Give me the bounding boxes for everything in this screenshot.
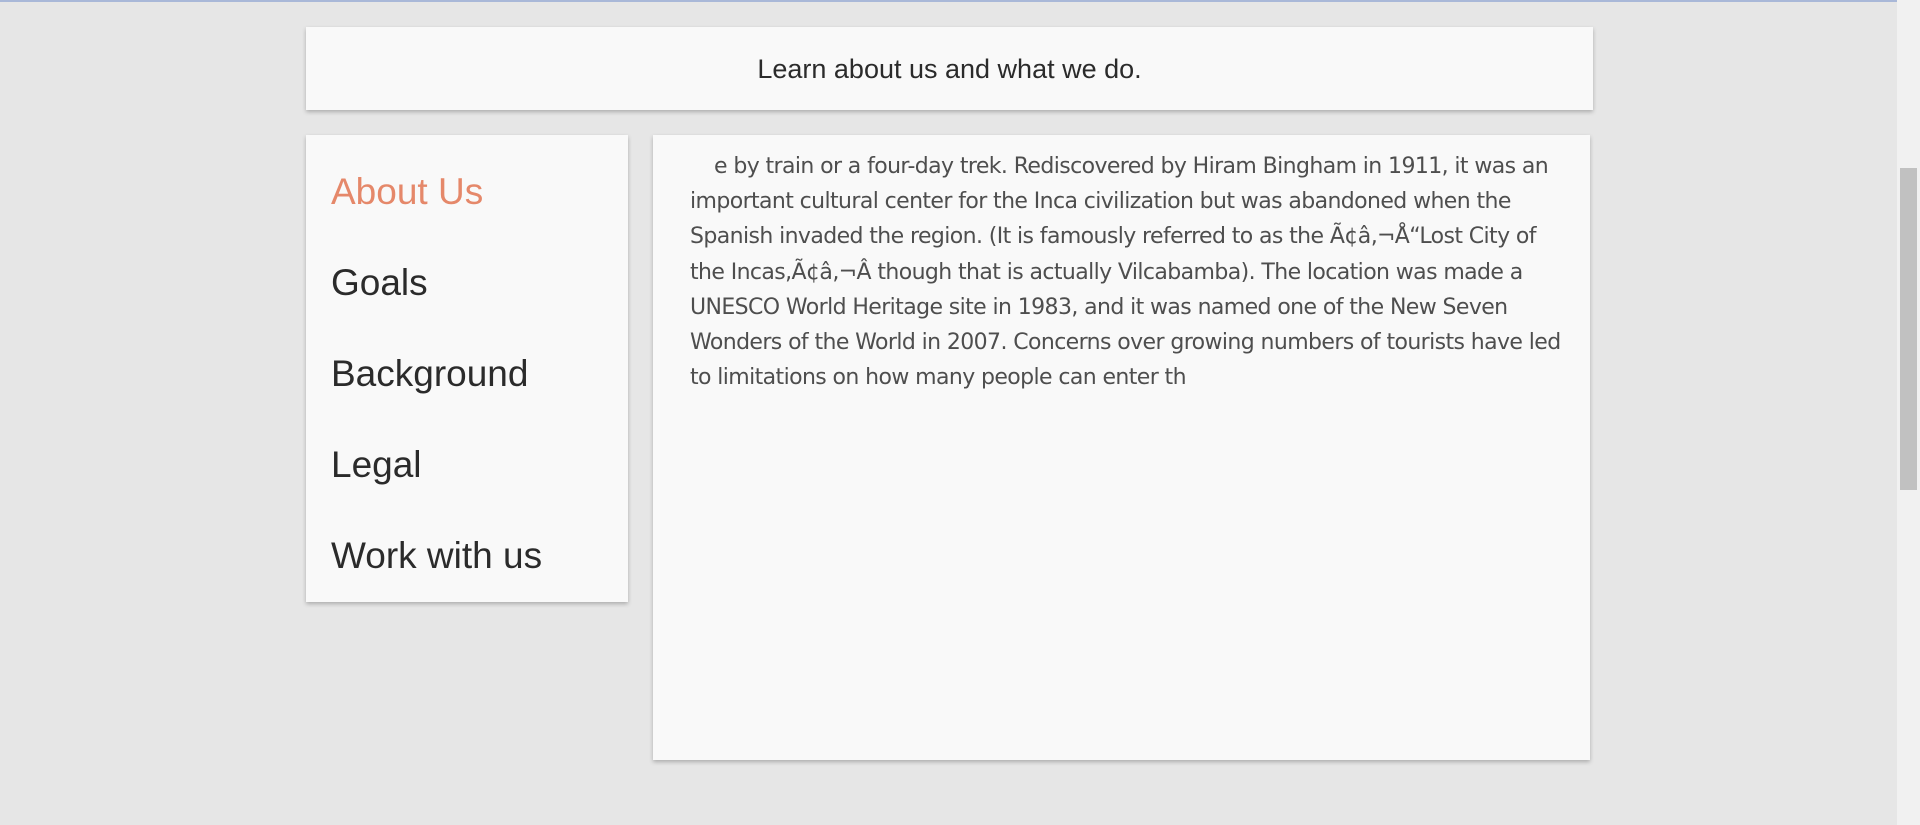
page-header: Learn about us and what we do. [306,27,1593,110]
content-text: e by train or a four-day trek. Rediscove… [690,154,1561,391]
scrollbar-thumb[interactable] [1900,168,1917,490]
page-title: Learn about us and what we do. [757,54,1142,84]
sidebar-item-goals[interactable]: Goals [306,256,628,347]
content-panel: e by train or a four-day trek. Rediscove… [653,135,1590,760]
sidebar-item-about-us[interactable]: About Us [306,165,628,256]
sidebar-item-work-with-us[interactable]: Work with us [306,529,628,620]
sidebar-item-legal[interactable]: Legal [306,438,628,529]
sidebar-item-background[interactable]: Background [306,347,628,438]
top-border-line [0,0,1920,2]
page-scrollbar[interactable] [1897,0,1920,825]
sidebar-nav: About Us Goals Background Legal Work wit… [306,135,628,602]
